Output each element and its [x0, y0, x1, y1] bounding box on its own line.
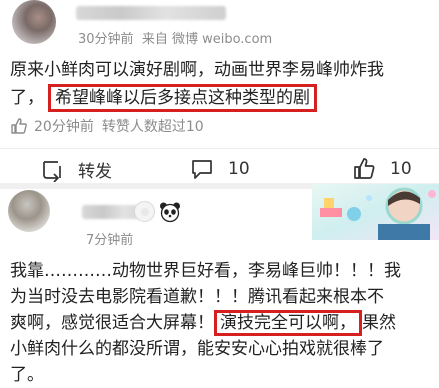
post-time: 7分钟前 — [86, 233, 134, 248]
post-text-line: 爽啊，感觉很适合大屏幕！ 演技完全可以啊， 果然 — [10, 309, 396, 337]
post-source[interactable]: 来自 微博 weibo.com — [142, 32, 272, 47]
repost-icon — [43, 160, 61, 182]
post-text-line: 为当时没去电影院看道歉！！！腾讯看起来根本不 — [10, 287, 384, 307]
panda-icon — [160, 202, 180, 223]
decorative-card-image — [312, 184, 439, 240]
divider — [0, 148, 439, 149]
post-text-prefix: 了， — [10, 88, 44, 108]
post-text-line: 了。 — [10, 365, 44, 385]
badge-icon — [134, 201, 155, 222]
like-button[interactable]: 10 — [352, 157, 412, 181]
post-text-line: 原来小鲜肉可以演好剧啊，动画世界李易峰帅炸我 — [10, 60, 384, 80]
like-icon — [354, 158, 375, 179]
post-stats: 20分钟前 转赞人数超过10 — [10, 116, 204, 136]
post-text-line: 了， 希望峰峰以后多接点这种类型的剧 — [10, 84, 317, 112]
comment-button[interactable]: 10 — [190, 157, 250, 181]
comment-count: 10 — [228, 159, 250, 179]
post-text-suffix: 果然 — [362, 313, 396, 333]
comment-icon — [192, 160, 212, 179]
thumbs-up-icon — [11, 118, 27, 134]
post-text-line: 小鲜肉什么的都没所谓，能安安心心拍戏就很棒了 — [10, 339, 384, 359]
avatar[interactable] — [8, 190, 50, 232]
like-count: 10 — [390, 159, 412, 179]
post-time: 30分钟前 — [78, 32, 134, 47]
post-text-prefix: 爽啊，感觉很适合大屏幕！ — [10, 313, 214, 333]
stats-time: 20分钟前 — [34, 119, 94, 135]
stats-reposts[interactable]: 转赞人数超过10 — [102, 116, 204, 136]
username-blurred[interactable] — [76, 6, 226, 20]
highlighted-text: 演技完全可以啊， — [214, 310, 362, 336]
post-meta: 7分钟前 — [86, 229, 133, 248]
avatar[interactable] — [12, 0, 56, 44]
repost-button[interactable]: 转发 — [40, 157, 112, 182]
post-text-line: 我靠…………动物世界巨好看，李易峰巨帅！！！我 — [10, 261, 401, 281]
highlighted-text: 希望峰峰以后多接点这种类型的剧 — [48, 84, 317, 112]
post-meta: 30分钟前 来自 微博 weibo.com — [78, 28, 272, 47]
repost-label: 转发 — [78, 162, 112, 182]
